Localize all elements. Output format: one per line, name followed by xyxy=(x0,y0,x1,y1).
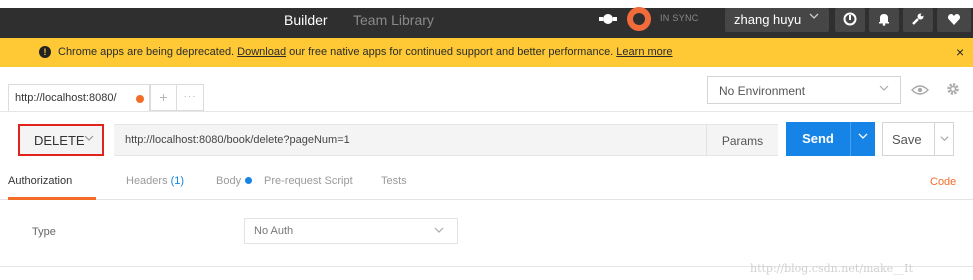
learn-more-link[interactable]: Learn more xyxy=(616,46,672,58)
team-library-tab[interactable]: Team Library xyxy=(353,12,434,28)
send-button[interactable]: Send xyxy=(786,122,850,156)
banner-message: Chrome apps are being deprecated. Downlo… xyxy=(58,46,673,58)
tab-body[interactable]: Body xyxy=(216,175,253,187)
environment-select[interactable]: No Environment xyxy=(707,76,901,104)
deprecation-banner: ! Chrome apps are being deprecated. Down… xyxy=(0,38,973,67)
auth-type-value: No Auth xyxy=(254,225,294,237)
heart-icon[interactable] xyxy=(937,8,971,32)
sync-icon[interactable] xyxy=(627,7,651,31)
top-strip xyxy=(0,0,973,8)
satellite-icon[interactable] xyxy=(598,10,618,28)
save-button[interactable]: Save xyxy=(882,122,935,156)
banner-text-1: Chrome apps are being deprecated. xyxy=(58,46,238,58)
tab-headers[interactable]: Headers (1) xyxy=(126,175,184,187)
builder-tab[interactable]: Builder xyxy=(284,12,328,28)
banner-text-2: our free native apps for continued suppo… xyxy=(286,46,617,58)
warning-icon: ! xyxy=(39,46,51,58)
chevron-down-icon xyxy=(809,11,819,24)
close-icon[interactable]: × xyxy=(956,44,964,60)
tab-headers-label: Headers xyxy=(126,175,168,187)
params-button[interactable]: Params xyxy=(706,124,778,156)
tab-authorization[interactable]: Authorization xyxy=(8,175,72,187)
environment-value: No Environment xyxy=(719,84,806,98)
chevron-down-icon xyxy=(433,224,445,239)
user-menu[interactable]: zhang huyu xyxy=(725,8,829,32)
tab-body-label: Body xyxy=(216,175,242,187)
tab-tests[interactable]: Tests xyxy=(381,175,407,187)
send-dropdown-button[interactable] xyxy=(850,122,875,156)
sync-status: IN SYNC xyxy=(660,13,699,23)
unsaved-dot-icon xyxy=(136,95,144,103)
headers-count: (1) xyxy=(170,175,185,187)
url-input[interactable]: http://localhost:8080/book/delete?pageNu… xyxy=(114,124,706,156)
watermark: http://blog.csdn.net/make__It xyxy=(750,262,913,275)
body-dot-icon xyxy=(245,177,253,184)
code-link[interactable]: Code xyxy=(930,176,956,188)
add-tab-button[interactable]: + xyxy=(150,84,177,111)
postman-window: Builder Team Library IN SYNC zhang huyu … xyxy=(0,0,973,280)
save-dropdown-button[interactable] xyxy=(934,122,954,156)
wrench-icon[interactable] xyxy=(903,8,933,32)
bell-icon[interactable] xyxy=(869,8,899,32)
tab-pre-request-script[interactable]: Pre-request Script xyxy=(264,175,353,187)
more-tabs-button[interactable]: ··· xyxy=(177,84,204,111)
eye-icon[interactable] xyxy=(906,76,934,104)
chevron-down-icon xyxy=(83,132,95,147)
user-name: zhang huyu xyxy=(734,12,802,27)
auth-type-select[interactable]: No Auth xyxy=(244,218,458,244)
request-tab-label: http://localhost:8080/ xyxy=(15,92,117,104)
method-select[interactable]: DELETE xyxy=(18,124,104,156)
chevron-down-icon xyxy=(878,82,890,97)
download-link[interactable]: Download xyxy=(237,46,286,58)
method-value: DELETE xyxy=(34,133,85,148)
request-tab[interactable]: http://localhost:8080/ xyxy=(8,84,150,111)
gear-icon[interactable] xyxy=(939,76,967,104)
auth-type-label: Type xyxy=(32,226,56,238)
history-icon[interactable] xyxy=(835,8,865,32)
